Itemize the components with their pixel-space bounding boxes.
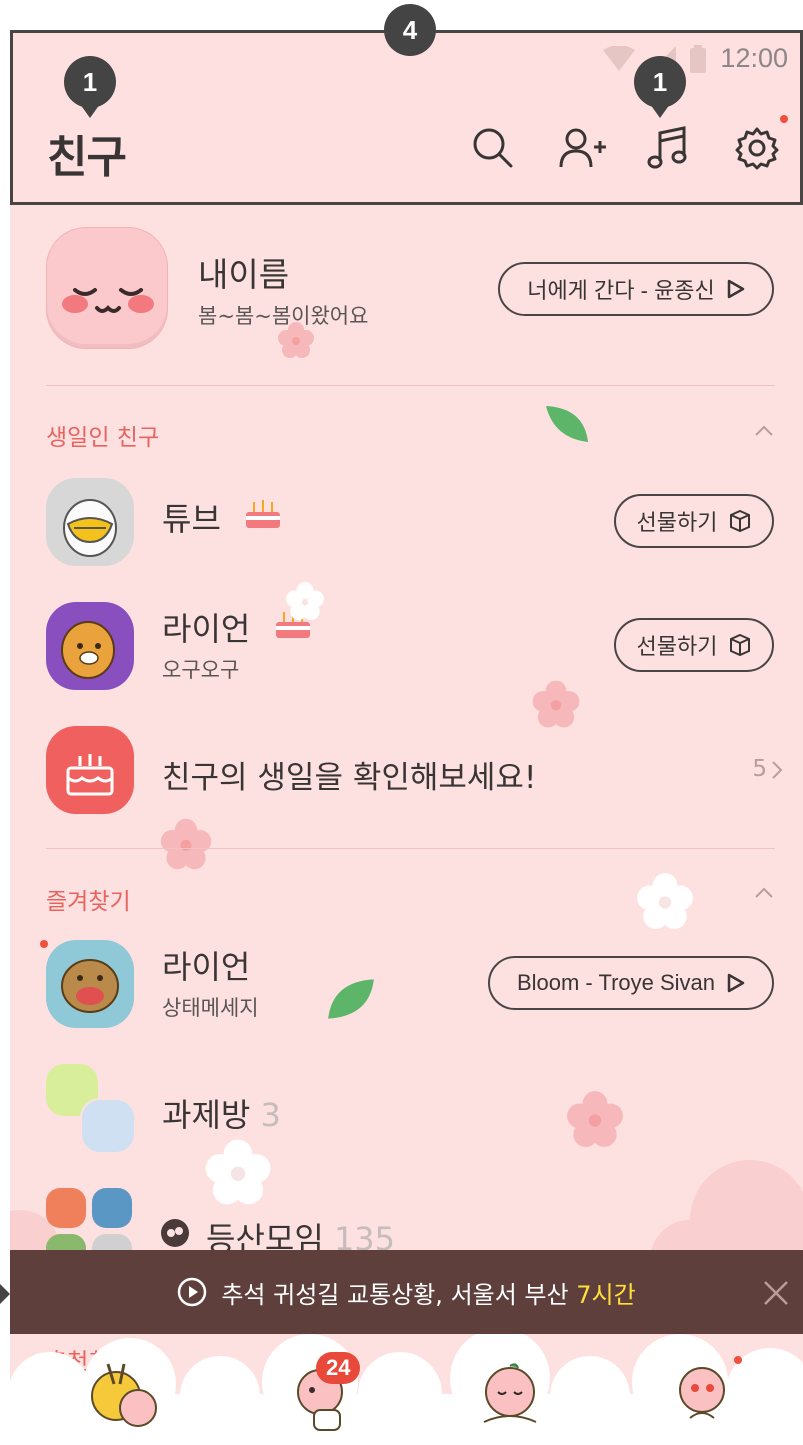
settings-notification-dot <box>780 115 788 123</box>
play-icon <box>727 279 745 299</box>
group-member-avatar <box>92 1188 132 1228</box>
group-name: 과제방 <box>162 1096 251 1134</box>
banner-highlight: 7시간 <box>576 1280 636 1309</box>
flower-decoration <box>160 818 212 870</box>
banner-text-line: 추석 귀성길 교통상황, 서울서 부산 7시간 <box>221 1275 635 1310</box>
flower-decoration <box>567 1091 623 1147</box>
marker-number: 1 <box>652 66 668 97</box>
leaf-decoration <box>546 406 588 442</box>
friend-name: 라이언 <box>162 948 251 986</box>
my-name: 내이름 <box>198 255 290 294</box>
banner-text: 추석 귀성길 교통상황, 서울서 부산 <box>221 1280 577 1309</box>
gear-icon <box>735 127 779 170</box>
gift-button[interactable]: 선물하기 <box>614 618 774 672</box>
marker-number: 4 <box>402 14 418 45</box>
annotation-marker-title: 1 <box>64 56 116 118</box>
tab-more[interactable] <box>662 1356 742 1436</box>
my-profile-music-button[interactable]: 너에게 간다 - 윤종신 <box>498 262 774 316</box>
apeach-face-icon <box>62 288 154 313</box>
chevron-up-icon[interactable] <box>755 422 773 440</box>
cake-icon <box>66 754 114 796</box>
close-icon[interactable] <box>763 1280 789 1306</box>
cake-badge <box>46 726 134 814</box>
search-icon <box>473 128 513 168</box>
my-avatar[interactable] <box>46 227 168 349</box>
app-header: 12:00 친구 <box>10 30 803 205</box>
play-circle-icon <box>178 1277 207 1307</box>
group-name-line: 과제방 3 <box>162 1090 281 1136</box>
music-label: 너에게 간다 - 윤종신 <box>527 278 715 303</box>
gift-box-icon <box>730 633 751 657</box>
notice-banner[interactable]: 추석 귀성길 교통상황, 서울서 부산 7시간 <box>10 1250 803 1346</box>
flower-decoration <box>278 322 314 358</box>
friend-avatar[interactable] <box>46 602 134 690</box>
flower-decoration <box>637 873 693 929</box>
birthday-cake-icon <box>246 500 280 528</box>
friend-avatar[interactable] <box>46 940 134 1028</box>
annotation-marker-header: 4 <box>384 4 436 56</box>
tube-duck-icon <box>63 499 117 557</box>
gift-box-icon <box>730 509 751 533</box>
leaf-decoration <box>328 979 374 1019</box>
profile-divider <box>46 385 775 386</box>
page-title: 친구 <box>47 132 127 183</box>
bottom-navigation: 24 <box>10 1334 803 1445</box>
ryan-icon <box>61 621 115 679</box>
annotation-marker-music: 1 <box>634 56 686 118</box>
chevron-right-icon <box>772 761 783 779</box>
birthday-count: 5 <box>752 756 767 782</box>
friends-screen: 12:00 친구 내이름 봄~봄~봄이왔어요 너에게 간다 - 윤종신 생일인 … <box>10 30 803 1445</box>
side-annotation-arrow <box>0 1284 10 1304</box>
gift-button[interactable]: 선물하기 <box>614 494 774 548</box>
friend-name: 라이언 <box>162 610 251 648</box>
birthday-section-label: 생일인 친구 <box>46 425 160 451</box>
clock: 12:00 <box>720 43 788 73</box>
frodo-dog-icon <box>61 959 119 1013</box>
battery-icon <box>690 44 707 73</box>
birthday-divider <box>46 848 775 849</box>
add-friend-button[interactable] <box>558 125 606 171</box>
tab-friends[interactable] <box>84 1356 164 1436</box>
my-profile[interactable]: 내이름 봄~봄~봄이왔어요 너에게 간다 - 윤종신 <box>10 220 803 380</box>
friend-name: 튜브 <box>162 500 221 538</box>
play-icon <box>727 973 745 993</box>
settings-button[interactable] <box>734 115 788 171</box>
view-character-icon <box>483 1363 537 1423</box>
gift-label: 선물하기 <box>636 510 718 535</box>
favorite-group-row[interactable]: 과제방 3 <box>10 1052 803 1162</box>
favorite-friend-row[interactable]: 라이언 상태메세지 Bloom - Troye Sivan <box>10 928 803 1038</box>
marker-number: 1 <box>82 66 98 97</box>
birthday-check-row[interactable]: 친구의 생일을 확인해보세요! 5 <box>10 714 803 824</box>
chat-bubble-icon <box>161 1219 189 1247</box>
friend-status-message: 오구오구 <box>162 658 240 682</box>
music-note-icon <box>647 126 687 169</box>
friend-avatar[interactable] <box>46 478 134 566</box>
chats-unread-badge: 24 <box>316 1352 361 1384</box>
friend-music-button[interactable]: Bloom - Troye Sivan <box>488 956 774 1010</box>
wifi-icon <box>603 45 636 71</box>
member-count: 3 <box>260 1096 281 1134</box>
birthday-friend-row[interactable]: 튜브 선물하기 <box>10 466 803 576</box>
group-member-avatar <box>80 1098 136 1154</box>
new-indicator-dot <box>40 940 48 948</box>
music-button[interactable] <box>646 125 692 171</box>
tab-view[interactable] <box>470 1356 550 1436</box>
add-friend-icon <box>559 128 606 168</box>
flower-decoration <box>286 582 324 620</box>
friend-status-message: 상태메세지 <box>162 996 259 1020</box>
group-member-avatar <box>46 1188 86 1228</box>
birthday-friend-row[interactable]: 라이언 오구오구 선물하기 <box>10 590 803 700</box>
music-label: Bloom - Troye Sivan <box>516 970 716 995</box>
more-character-icon <box>679 1367 725 1419</box>
gift-label: 선물하기 <box>636 634 718 659</box>
friends-character-icon <box>91 1363 157 1427</box>
search-button[interactable] <box>470 125 516 171</box>
status-bar: 12:00 <box>602 43 788 74</box>
favorites-section-label: 즐겨찾기 <box>46 889 131 915</box>
header-actions <box>470 115 788 171</box>
more-notification-dot <box>734 1356 742 1364</box>
chevron-up-icon[interactable] <box>755 884 773 902</box>
birthday-check-label: 친구의 생일을 확인해보세요! <box>162 760 537 796</box>
group-avatar[interactable] <box>46 1064 136 1154</box>
